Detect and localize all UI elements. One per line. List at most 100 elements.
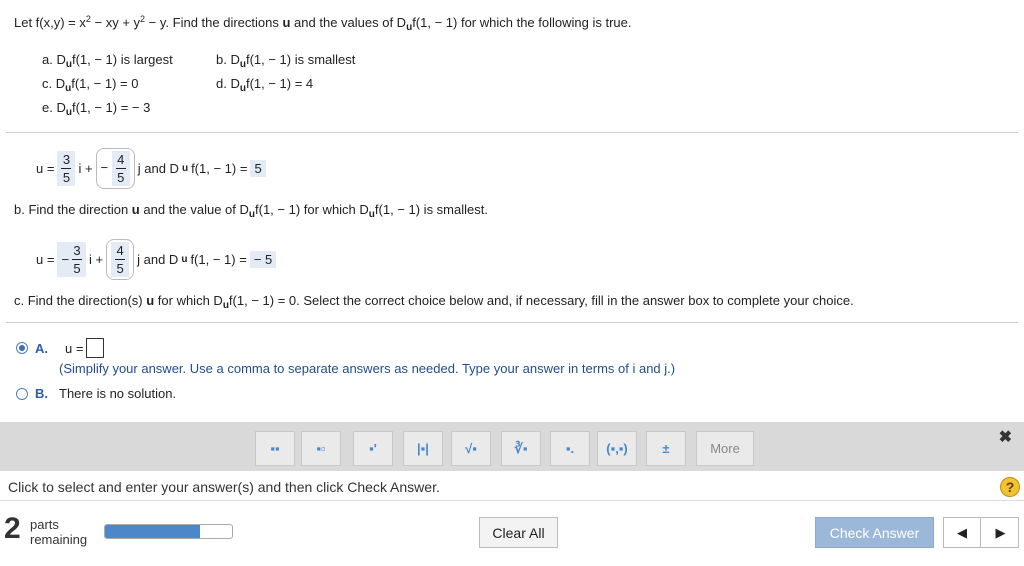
check-answer-button[interactable]: Check Answer: [815, 517, 934, 548]
choice-a[interactable]: A. u =: [16, 338, 105, 358]
more-label: More: [710, 441, 740, 456]
j-coefficient[interactable]: 45: [111, 242, 130, 277]
prompt-text: b. Find the direction: [14, 202, 132, 217]
fraction-bar: [115, 168, 126, 169]
ordered-pair-button[interactable]: (▪,▪): [597, 431, 637, 466]
nth-root-icon: ∛▪: [514, 440, 528, 456]
answer-value[interactable]: − 5: [249, 251, 277, 268]
ordered-pair-icon: (▪,▪): [606, 441, 628, 456]
divider: [6, 132, 1018, 133]
j-and-label: j and D: [137, 252, 179, 267]
next-arrow-icon[interactable]: ▶: [982, 518, 1019, 547]
parts-label: parts remaining: [30, 517, 87, 547]
plus-minus-button[interactable]: ±: [646, 431, 686, 466]
denominator: 5: [116, 261, 124, 276]
absolute-value-button[interactable]: |▪|: [403, 431, 443, 466]
minus-sign: −: [61, 252, 70, 267]
j-coefficient[interactable]: 45: [111, 151, 130, 186]
prompt-text: for which D: [154, 293, 223, 308]
absolute-value-icon: |▪|: [417, 441, 429, 456]
part-text: f(1, − 1) = 4: [245, 76, 314, 91]
fraction-bar: [72, 259, 83, 260]
nth-root-button[interactable]: ∛▪: [501, 431, 541, 466]
mixed-number-button[interactable]: ▪▫: [301, 431, 341, 466]
part-e: e. Duf(1, − 1) = − 3: [42, 100, 150, 118]
u-equals: u =: [36, 252, 55, 267]
prompt-text: f(1, − 1) = 0. Select the correct choice…: [228, 293, 854, 308]
q-part: − y. Find the directions: [145, 15, 283, 30]
fraction-button[interactable]: ▪▪: [255, 431, 295, 466]
denominator: 5: [117, 170, 125, 185]
part-label: b. D: [216, 52, 240, 67]
radio-a[interactable]: [16, 342, 28, 354]
progress-bar: [104, 524, 233, 539]
q-part: Let f(x,y) = x: [14, 15, 86, 30]
answer-value[interactable]: 5: [250, 160, 266, 177]
mixed-number-icon: ▪▫: [316, 441, 326, 456]
fraction-bar: [115, 259, 126, 260]
subscript-u: u: [181, 163, 189, 174]
prompt-text: f(1, − 1) is smallest.: [374, 202, 488, 217]
j-and-label: j and D: [137, 161, 179, 176]
decimal-button[interactable]: ▪.: [550, 431, 590, 466]
progress-fill: [105, 525, 201, 538]
part-label: e. D: [42, 100, 66, 115]
parts-label-line2: remaining: [30, 532, 88, 547]
fraction-bar: [61, 168, 72, 169]
choice-letter: A.: [35, 340, 48, 356]
question-text: Let f(x,y) = x2 − xy + y2 − y. Find the …: [14, 14, 631, 33]
question-nav: ◀ ▶: [943, 517, 1019, 548]
part-label: a. D: [42, 52, 66, 67]
prompt-text: c. Find the direction(s): [14, 293, 147, 308]
status-text: Click to select and enter your answer(s)…: [8, 479, 440, 495]
numerator: 4: [117, 152, 125, 167]
part-label: d. D: [216, 76, 240, 91]
part-text: f(1, − 1) = 0: [71, 76, 139, 91]
fraction-icon: ▪▪: [270, 441, 280, 456]
choice-a-hint: (Simplify your answer. Use a comma to se…: [59, 361, 676, 376]
q-part: and the values of D: [290, 15, 407, 30]
previous-arrow-icon[interactable]: ◀: [944, 518, 981, 547]
choice-b[interactable]: B. There is no solution.: [16, 386, 176, 401]
j-coefficient-group: 45: [106, 239, 135, 280]
u-bold: u: [146, 293, 155, 308]
choice-letter: B.: [35, 386, 48, 401]
sqrt-button[interactable]: √▪: [451, 431, 491, 466]
exponent-icon: ▪': [369, 441, 377, 456]
decimal-icon: ▪.: [565, 441, 575, 456]
answer-a: u = 35 i + − 45 j and Du f(1, − 1) = 5: [36, 148, 266, 189]
part-d: d. Duf(1, − 1) = 4: [216, 76, 313, 94]
part-text: f(1, − 1) is largest: [71, 52, 173, 67]
parts-label-line1: parts: [30, 517, 59, 532]
part-c-prompt: c. Find the direction(s) u for which Duf…: [14, 293, 854, 311]
prompt-text: and the value of D: [139, 202, 249, 217]
numerator: 3: [73, 243, 81, 258]
radio-b[interactable]: [16, 387, 28, 400]
plus-minus-icon: ±: [662, 441, 670, 456]
part-a: a. Duf(1, − 1) is largest: [42, 52, 173, 70]
answer-b: u = −3 5 i + 45 j and Du f(1, − 1) = − 5: [36, 239, 277, 280]
answer-input[interactable]: [86, 338, 105, 358]
denominator: 5: [62, 170, 71, 185]
part-label: c. D: [42, 76, 66, 91]
more-button[interactable]: More: [696, 431, 754, 466]
numerator: 4: [116, 243, 124, 258]
parts-count: 2: [4, 512, 21, 545]
i-coefficient[interactable]: −3 5: [57, 242, 87, 277]
j-coefficient-group: − 45: [95, 148, 135, 189]
close-icon[interactable]: ✖: [999, 427, 1012, 447]
fraction: 35: [72, 243, 83, 276]
q-part: − xy + y: [90, 15, 141, 30]
i-plus: i +: [89, 252, 104, 267]
part-b: b. Duf(1, − 1) is smallest: [216, 52, 355, 70]
u-bold: u: [131, 202, 140, 217]
i-plus: i +: [78, 161, 93, 176]
i-coefficient[interactable]: 35: [57, 151, 76, 186]
choice-b-text: There is no solution.: [59, 386, 177, 401]
numerator: 3: [62, 152, 71, 167]
clear-all-button[interactable]: Clear All: [479, 517, 558, 548]
part-c: c. Duf(1, − 1) = 0: [42, 76, 138, 94]
help-icon[interactable]: ?: [1000, 477, 1020, 497]
exponent-button[interactable]: ▪': [353, 431, 393, 466]
denominator: 5: [73, 261, 81, 276]
